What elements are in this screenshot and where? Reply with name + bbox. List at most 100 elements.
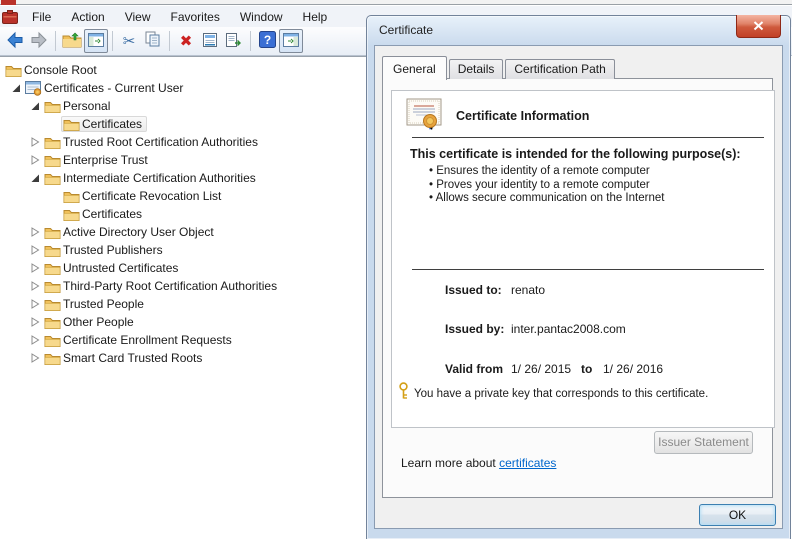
- tree-item-body[interactable]: Third-Party Root Certification Authoriti…: [42, 278, 282, 294]
- up-one-level-button[interactable]: [60, 29, 84, 53]
- tree-item-body[interactable]: Trusted Root Certification Authorities: [42, 134, 263, 150]
- tab-certification-path[interactable]: Certification Path: [505, 59, 614, 79]
- certificate-information-title: Certificate Information: [456, 109, 589, 123]
- collapse-icon[interactable]: [27, 317, 42, 327]
- folder-icon: [44, 99, 63, 113]
- ok-button[interactable]: OK: [699, 504, 776, 526]
- expand-icon[interactable]: [27, 101, 42, 111]
- copy-button[interactable]: [141, 29, 165, 53]
- folder-icon: [44, 261, 63, 275]
- export-list-button[interactable]: [222, 29, 246, 53]
- folder-icon: [44, 135, 63, 149]
- tree-item-body[interactable]: Intermediate Certification Authorities: [42, 170, 261, 186]
- issuer-statement-button[interactable]: Issuer Statement: [654, 431, 753, 454]
- mmc-console-icon: [1, 0, 16, 5]
- collapse-icon[interactable]: [27, 281, 42, 291]
- tree-item-third-party-root-certification-authorities[interactable]: Third-Party Root Certification Authoriti…: [0, 277, 370, 295]
- tree-item-certificate-enrollment-requests[interactable]: Certificate Enrollment Requests: [0, 331, 370, 349]
- show-console-tree-button[interactable]: [84, 29, 108, 53]
- menu-favorites[interactable]: Favorites: [161, 7, 230, 27]
- toolbar-separator: [112, 31, 113, 51]
- selected-tree-item[interactable]: Certificates: [61, 116, 147, 132]
- collapse-icon[interactable]: [27, 299, 42, 309]
- expand-icon[interactable]: [8, 83, 23, 93]
- tree-item-certificates-current-user[interactable]: Certificates - Current User: [0, 79, 370, 97]
- tree-item-trusted-publishers[interactable]: Trusted Publishers: [0, 241, 370, 259]
- tree-item-body[interactable]: Certificates - Current User: [23, 80, 188, 97]
- tree-item-body[interactable]: Console Root: [3, 62, 102, 78]
- tree-item-certificate-revocation-list[interactable]: Certificate Revocation List: [0, 187, 370, 205]
- tree-item-untrusted-certificates[interactable]: Untrusted Certificates: [0, 259, 370, 277]
- tree-item-smart-card-trusted-roots[interactable]: Smart Card Trusted Roots: [0, 349, 370, 367]
- tree-item-body[interactable]: Other People: [42, 314, 139, 330]
- expand-icon[interactable]: [27, 173, 42, 183]
- tree-item-body[interactable]: Certificate Enrollment Requests: [42, 332, 237, 348]
- learn-more-row: Learn more about certificates: [401, 456, 556, 470]
- tab-general[interactable]: General: [382, 56, 447, 80]
- tree-item-body[interactable]: Certificates: [61, 206, 147, 222]
- tree-item-intermediate-certification-authorities[interactable]: Intermediate Certification Authorities: [0, 169, 370, 187]
- issued-by-label: Issued by:: [445, 322, 504, 336]
- purpose-item: Allows secure communication on the Inter…: [429, 192, 664, 206]
- tree-item-certificates[interactable]: Certificates: [0, 205, 370, 223]
- tree-item-body[interactable]: Trusted People: [42, 296, 149, 312]
- purpose-item: Ensures the identity of a remote compute…: [429, 165, 664, 179]
- close-button[interactable]: [736, 15, 781, 38]
- console-tree-panel[interactable]: Console Root Certificates - Current UserP…: [0, 56, 370, 535]
- menu-help[interactable]: Help: [293, 7, 338, 27]
- tab-details[interactable]: Details: [449, 59, 504, 79]
- tree-item-active-directory-user-object[interactable]: Active Directory User Object: [0, 223, 370, 241]
- general-tab-page: Certificate Information This certificate…: [382, 78, 773, 498]
- collapse-icon[interactable]: [27, 155, 42, 165]
- tree-item-label: Trusted People: [63, 297, 144, 311]
- tree-item-label: Trusted Root Certification Authorities: [63, 135, 258, 149]
- collapse-icon[interactable]: [27, 335, 42, 345]
- back-button[interactable]: [3, 29, 27, 53]
- tree-item-trusted-people[interactable]: Trusted People: [0, 295, 370, 313]
- tree-item-trusted-root-certification-authorities[interactable]: Trusted Root Certification Authorities: [0, 133, 370, 151]
- tree-item-body[interactable]: Personal: [42, 98, 115, 114]
- up-one-level-icon: [62, 32, 82, 51]
- certificate-dialog: Certificate GeneralDetailsCertification …: [366, 15, 791, 539]
- certificates-link[interactable]: certificates: [499, 456, 556, 470]
- tree-item-label: Untrusted Certificates: [63, 261, 178, 275]
- copy-icon: [144, 31, 162, 51]
- toolbar-separator: [55, 31, 56, 51]
- tree-item-console-root[interactable]: Console Root: [0, 61, 370, 79]
- forward-icon: [29, 31, 49, 52]
- collapse-icon[interactable]: [27, 227, 42, 237]
- valid-from-value: 1/ 26/ 2015: [511, 362, 571, 376]
- forward-button[interactable]: [27, 29, 51, 53]
- show-action-pane-button[interactable]: [279, 29, 303, 53]
- folder-icon: [5, 63, 24, 77]
- tree-item-body[interactable]: Smart Card Trusted Roots: [42, 350, 207, 366]
- tree-item-enterprise-trust[interactable]: Enterprise Trust: [0, 151, 370, 169]
- tree-item-label: Smart Card Trusted Roots: [63, 351, 202, 365]
- delete-icon: ✖: [180, 32, 193, 50]
- delete-button[interactable]: ✖: [174, 29, 198, 53]
- menu-view[interactable]: View: [115, 7, 161, 27]
- help-button[interactable]: ?: [255, 29, 279, 53]
- tree-item-body[interactable]: Active Directory User Object: [42, 224, 219, 240]
- show-action-pane-icon: [283, 33, 299, 50]
- private-key-icon: [397, 382, 410, 403]
- cut-button[interactable]: ✂: [117, 29, 141, 53]
- properties-button[interactable]: [198, 29, 222, 53]
- tree-item-personal[interactable]: Personal: [0, 97, 370, 115]
- tree-item-other-people[interactable]: Other People: [0, 313, 370, 331]
- menu-window[interactable]: Window: [230, 7, 293, 27]
- export-list-icon: [225, 32, 243, 51]
- collapse-icon[interactable]: [27, 353, 42, 363]
- menu-action[interactable]: Action: [61, 7, 114, 27]
- tree-item-body[interactable]: Trusted Publishers: [42, 242, 168, 258]
- tree-item-certificates[interactable]: Certificates: [0, 115, 370, 133]
- collapse-icon[interactable]: [27, 245, 42, 255]
- collapse-icon[interactable]: [27, 137, 42, 147]
- folder-icon: [44, 243, 63, 257]
- tree-item-body[interactable]: Untrusted Certificates: [42, 260, 183, 276]
- tree-item-body[interactable]: Enterprise Trust: [42, 152, 153, 168]
- collapse-icon[interactable]: [27, 263, 42, 273]
- tree-item-body[interactable]: Certificate Revocation List: [61, 188, 226, 204]
- menu-file[interactable]: File: [22, 7, 61, 27]
- menu-items: FileActionViewFavoritesWindowHelp: [22, 10, 337, 24]
